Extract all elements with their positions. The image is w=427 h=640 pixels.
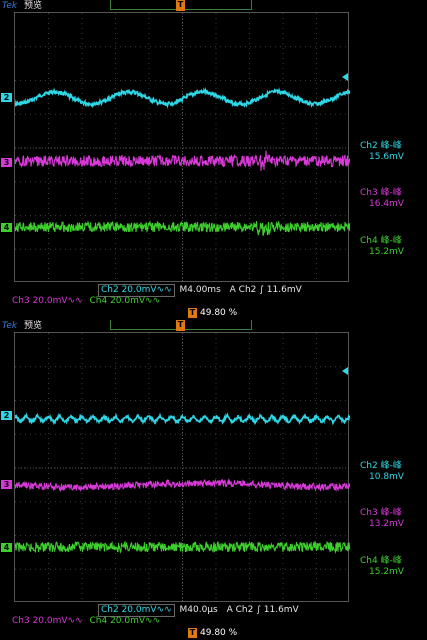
ch4-ground-marker[interactable]: 4 <box>1 543 12 552</box>
brand-logo: Tek <box>2 321 18 331</box>
waveform-display <box>15 13 350 283</box>
ch4-measure-label: Ch4 峰-峰 <box>360 236 402 246</box>
trigger-setting[interactable]: A Ch2 ∫ 11.6mV <box>227 605 299 616</box>
ch4-measure-value: 15.2mV <box>369 567 404 577</box>
ch2-measure-value: 15.6mV <box>369 152 404 162</box>
ch3-pk-pk-readout: Ch3 峰-峰 13.2mV <box>360 508 404 530</box>
status-row-1: Ch2 20.0mV∿∿ M4.00ms A Ch2 ∫ 11.6mV <box>98 284 302 297</box>
trigger-setting[interactable]: A Ch2 ∫ 11.6mV <box>230 285 302 296</box>
scope-panel-1: Tek 预览 T 2 3 4 Ch2 峰-峰 15.6mV Ch3 峰-峰 16… <box>0 0 427 320</box>
status-row-2: Ch3 20.0mV∿∿ Ch4 20.0mV∿∿ <box>12 616 160 627</box>
waveform-display <box>15 333 350 603</box>
graticule <box>14 332 350 603</box>
status-row-2: Ch3 20.0mV∿∿ Ch4 20.0mV∿∿ <box>12 296 160 307</box>
ch3-measure-label: Ch3 峰-峰 <box>360 508 402 518</box>
horizontal-position-value: 49.80 % <box>200 628 238 638</box>
ch2-ground-marker[interactable]: 2 <box>1 93 12 102</box>
ch4-measure-value: 15.2mV <box>369 247 404 257</box>
ch4-pk-pk-readout: Ch4 峰-峰 15.2mV <box>360 556 404 578</box>
timebase[interactable]: M4.00ms <box>180 285 221 296</box>
ch2-pk-pk-readout: Ch2 峰-峰 10.8mV <box>360 461 404 483</box>
trigger-level-icon[interactable] <box>342 73 348 81</box>
ch4-measure-label: Ch4 峰-峰 <box>360 556 402 566</box>
brand-logo: Tek <box>2 1 18 11</box>
ch3-scale[interactable]: Ch3 20.0mV∿∿ <box>12 616 83 627</box>
ch2-measure-value: 10.8mV <box>369 472 404 482</box>
top-status-bar: Tek 预览 T <box>0 320 427 332</box>
status-row-1: Ch2 20.0mV∿∿ M40.0µs A Ch2 ∫ 11.6mV <box>98 604 299 617</box>
horizontal-position-readout: T 49.80 % <box>188 308 241 319</box>
top-status-bar: Tek 预览 T <box>0 0 427 12</box>
ch2-ground-marker[interactable]: 2 <box>1 411 12 420</box>
ch4-scale[interactable]: Ch4 20.0mV∿∿ <box>90 296 161 307</box>
trigger-position-marker-icon[interactable]: T <box>176 0 185 11</box>
acquisition-mode: 预览 <box>24 321 43 331</box>
horizontal-position-value: 49.80 % <box>200 308 238 318</box>
ch2-measure-label: Ch2 峰-峰 <box>360 461 402 471</box>
scope-panel-2: Tek 预览 T 2 3 4 Ch2 峰-峰 10.8mV Ch3 峰-峰 13… <box>0 320 427 640</box>
ch4-pk-pk-readout: Ch4 峰-峰 15.2mV <box>360 236 404 258</box>
ch3-measure-value: 13.2mV <box>369 519 404 529</box>
ch4-scale[interactable]: Ch4 20.0mV∿∿ <box>90 616 161 627</box>
acquisition-mode: 预览 <box>24 1 43 11</box>
ch3-measure-value: 16.4mV <box>369 199 404 209</box>
ch3-pk-pk-readout: Ch3 峰-峰 16.4mV <box>360 188 404 210</box>
ch2-trace <box>15 412 350 426</box>
trigger-level-icon[interactable] <box>342 367 348 375</box>
horizontal-position-readout: T 49.80 % <box>188 628 241 639</box>
graticule <box>14 12 350 283</box>
trigger-position-marker-icon[interactable]: T <box>176 320 185 331</box>
ch2-measure-label: Ch2 峰-峰 <box>360 141 402 151</box>
ch4-ground-marker[interactable]: 4 <box>1 223 12 232</box>
timebase[interactable]: M40.0µs <box>180 605 218 616</box>
ch2-pk-pk-readout: Ch2 峰-峰 15.6mV <box>360 141 404 163</box>
ch3-scale[interactable]: Ch3 20.0mV∿∿ <box>12 296 83 307</box>
trigger-t-icon: T <box>188 628 197 638</box>
ch4-trace <box>15 540 350 554</box>
ch3-ground-marker[interactable]: 3 <box>1 158 12 167</box>
ch3-ground-marker[interactable]: 3 <box>1 480 12 489</box>
trigger-t-icon: T <box>188 308 197 318</box>
ch3-measure-label: Ch3 峰-峰 <box>360 188 402 198</box>
